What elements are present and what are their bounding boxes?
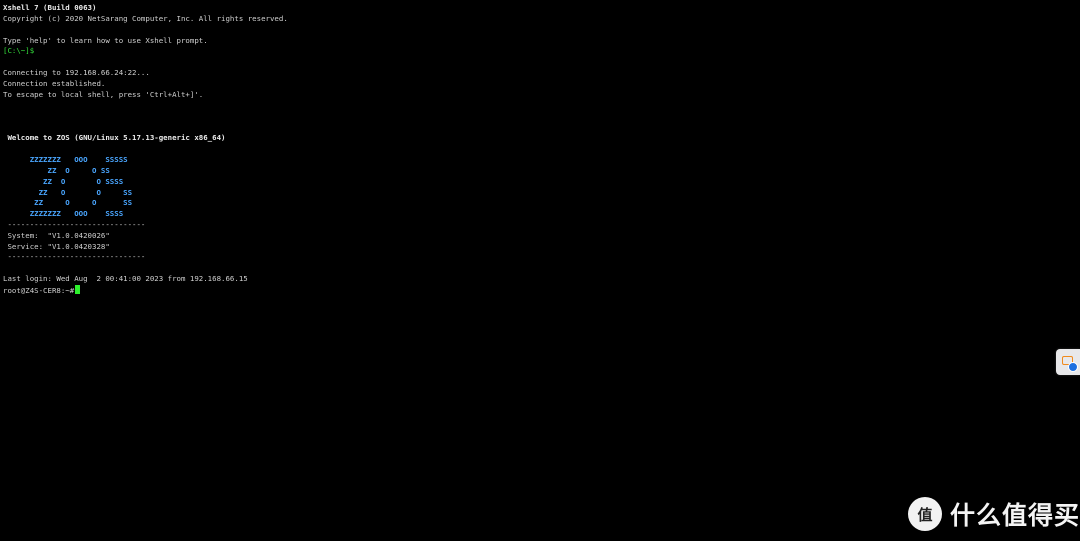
ascii-art-line: ZZ O O SS bbox=[3, 198, 133, 207]
ascii-art-line: ZZ O O SSSS bbox=[3, 177, 124, 186]
remote-prompt-line[interactable]: root@Z4S-CER8:~# bbox=[3, 285, 81, 296]
remote-prompt: root@Z4S-CER8:~# bbox=[3, 286, 75, 295]
ascii-art-line: ZZ O O SS bbox=[3, 166, 110, 175]
watermark-text: 什么值得买 bbox=[950, 501, 1080, 530]
local-prompt: [C:\~]$ bbox=[3, 46, 35, 55]
ascii-art-line: ZZZZZZZ OOO SSSS bbox=[3, 209, 124, 218]
terminal-window[interactable]: Xshell 7 (Build 0063) Copyright (c) 2020… bbox=[0, 0, 1080, 541]
escape-hint-line: To escape to local shell, press 'Ctrl+Al… bbox=[3, 90, 204, 99]
established-line: Connection established. bbox=[3, 79, 106, 88]
system-version-line: System: "V1.0.0420026" bbox=[3, 231, 110, 240]
copyright-line: Copyright (c) 2020 NetSarang Computer, I… bbox=[3, 14, 288, 23]
smzdm-logo-icon: 值 bbox=[908, 497, 942, 531]
ascii-art-line: ZZZZZZZ OOO SSSSS bbox=[3, 155, 128, 164]
text-cursor bbox=[75, 285, 81, 294]
last-login-line: Last login: Wed Aug 2 00:41:00 2023 from… bbox=[3, 274, 248, 283]
notification-widget[interactable] bbox=[1056, 349, 1080, 375]
watermark: 值 什么值得买 bbox=[908, 494, 1080, 534]
notification-badge-icon bbox=[1068, 362, 1078, 372]
separator-line: ------------------------------- bbox=[3, 252, 146, 261]
header-title: Xshell 7 (Build 0063) bbox=[3, 3, 97, 12]
separator-line: ------------------------------- bbox=[3, 220, 146, 229]
connecting-line: Connecting to 192.168.66.24:22... bbox=[3, 68, 150, 77]
welcome-line: Welcome to ZOS (GNU/Linux 5.17.13-generi… bbox=[3, 133, 226, 142]
